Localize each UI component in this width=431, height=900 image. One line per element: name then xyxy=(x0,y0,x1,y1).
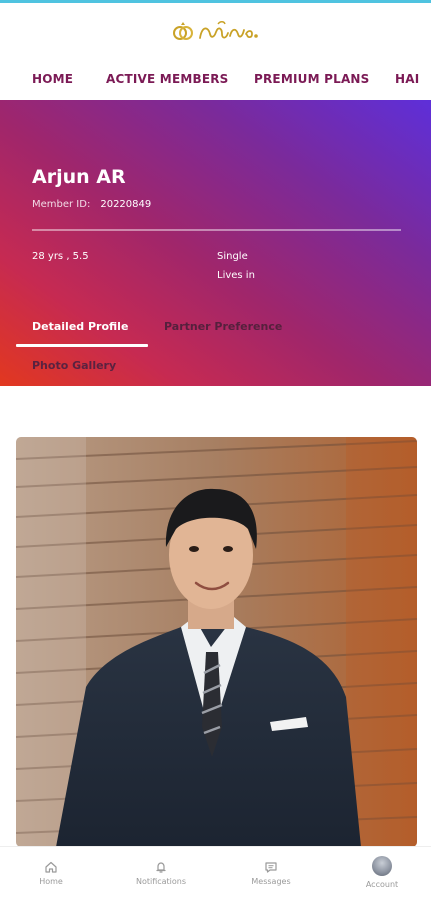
profile-name: Arjun AR xyxy=(32,166,126,188)
profile-photo[interactable] xyxy=(16,437,417,847)
app-logo[interactable] xyxy=(172,16,262,48)
bell-icon xyxy=(156,862,166,873)
nav-premium-plans[interactable]: PREMIUM PLANS xyxy=(254,72,370,86)
profile-header: Arjun AR Member ID: 20220849 28 yrs , 5.5… xyxy=(0,100,431,386)
message-icon xyxy=(265,862,277,873)
bottom-nav-home-label: Home xyxy=(39,877,63,886)
main-nav: HOME ACTIVE MEMBERS PREMIUM PLANS HAI xyxy=(0,60,431,100)
bottom-nav-messages-label: Messages xyxy=(251,877,291,886)
nav-more[interactable]: HAI xyxy=(395,72,419,86)
nav-active-members[interactable]: ACTIVE MEMBERS xyxy=(106,72,229,86)
bottom-nav-account-label: Account xyxy=(365,880,399,889)
profile-photo-image xyxy=(16,437,417,847)
avatar xyxy=(372,856,392,876)
age-height: 28 yrs , 5.5 xyxy=(32,251,89,262)
member-id-row: Member ID: 20220849 xyxy=(32,199,151,210)
bottom-nav-account[interactable]: Account xyxy=(362,847,402,900)
home-icon xyxy=(45,861,57,873)
top-accent-bar xyxy=(0,0,431,3)
tab-photo-gallery[interactable]: Photo Gallery xyxy=(32,359,116,372)
marital-status: Single xyxy=(217,251,248,262)
active-tab-indicator xyxy=(16,344,148,347)
logo-script-mark xyxy=(199,21,258,39)
bottom-nav-messages[interactable]: Messages xyxy=(248,847,294,900)
lives-in-label: Lives in xyxy=(217,270,255,281)
member-id-label: Member ID: xyxy=(32,199,91,210)
tab-detailed-profile[interactable]: Detailed Profile xyxy=(32,320,128,333)
bottom-nav-bar: Home Notifications Messages Account xyxy=(0,846,431,900)
bottom-nav-home[interactable]: Home xyxy=(32,847,70,900)
tab-partner-preference[interactable]: Partner Preference xyxy=(164,320,282,333)
nav-home[interactable]: HOME xyxy=(32,72,73,86)
rings-icon xyxy=(173,22,193,40)
header-divider xyxy=(32,229,401,231)
bottom-nav-notifications-label: Notifications xyxy=(135,877,187,886)
bottom-nav-notifications[interactable]: Notifications xyxy=(130,847,192,900)
member-id-value: 20220849 xyxy=(100,199,152,210)
